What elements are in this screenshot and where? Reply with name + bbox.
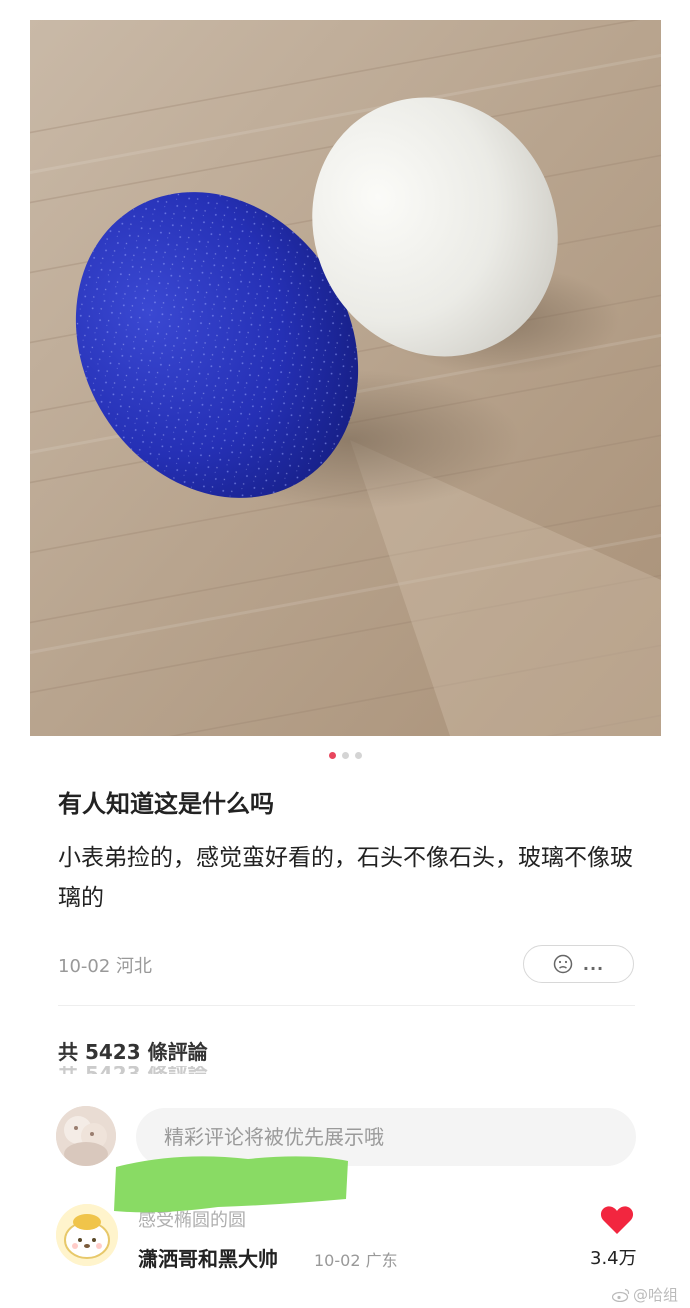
comment-meta: 10-02 广东 bbox=[314, 1251, 398, 1270]
post-body: 小表弟捡的，感觉蛮好看的，石头不像石头，玻璃不像玻璃的 bbox=[58, 845, 633, 911]
carousel-pager[interactable] bbox=[0, 752, 690, 759]
sea-glass-photo bbox=[30, 20, 661, 736]
post-photo[interactable] bbox=[30, 20, 661, 736]
post-meta: 10-02 河北 bbox=[58, 956, 153, 977]
carousel-dot[interactable] bbox=[354, 752, 362, 759]
weibo-icon bbox=[612, 1288, 630, 1302]
divider bbox=[58, 1005, 635, 1006]
post-title: 有人知道这是什么吗 bbox=[58, 790, 274, 818]
comment-text: 潇洒哥和黑大帅 bbox=[138, 1247, 278, 1271]
current-user-avatar[interactable] bbox=[56, 1106, 116, 1166]
like-count: 3.4万 bbox=[590, 1248, 637, 1269]
watermark: @哈组 bbox=[612, 1284, 678, 1305]
avatar-image bbox=[56, 1106, 116, 1166]
watermark-text: @哈组 bbox=[633, 1286, 679, 1304]
username-censor-scribble bbox=[114, 1156, 348, 1213]
face-reaction-icon bbox=[553, 954, 573, 974]
comment-count: 共 5423 條評論 bbox=[58, 1040, 208, 1064]
carousel-dot[interactable] bbox=[341, 752, 349, 759]
comment-count-reflection: 共 5423 條評論 bbox=[58, 1066, 228, 1074]
reaction-button[interactable]: ... bbox=[523, 945, 634, 983]
heart-icon[interactable] bbox=[600, 1205, 634, 1235]
carousel-dot-active[interactable] bbox=[328, 752, 336, 759]
more-reactions-label: ... bbox=[582, 954, 605, 974]
